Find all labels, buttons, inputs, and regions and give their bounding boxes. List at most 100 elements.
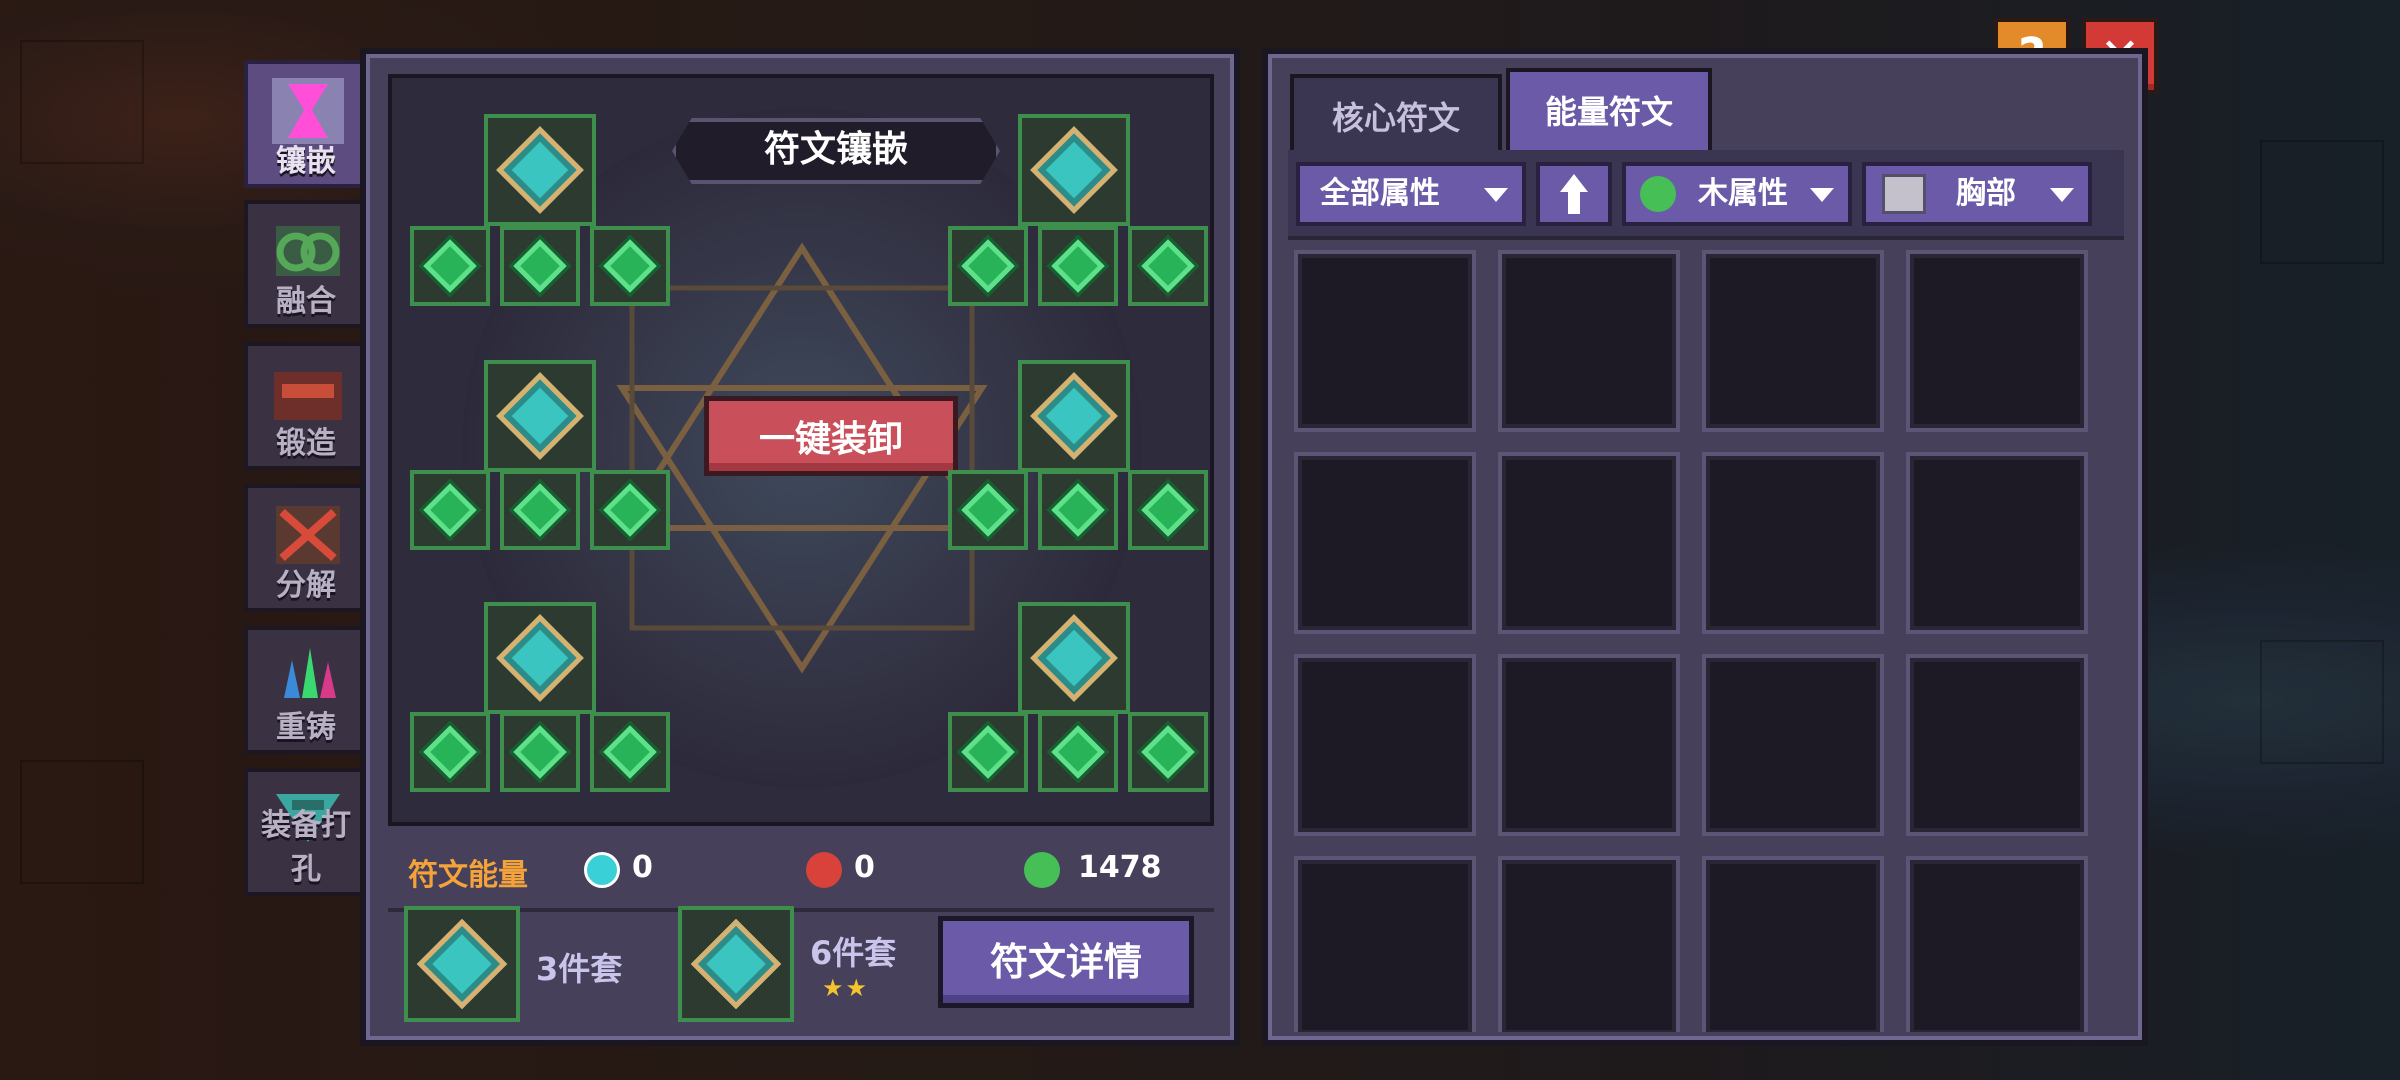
energy-rune-slot[interactable] bbox=[948, 470, 1028, 550]
slot-filter-dropdown[interactable]: 胸部 bbox=[1862, 162, 2092, 226]
inventory-slot[interactable] bbox=[1906, 856, 2088, 1032]
green-leaf-rune-icon bbox=[1136, 234, 1200, 298]
green-leaf-rune-icon bbox=[956, 720, 1020, 784]
set-6-stars: ★★ bbox=[822, 974, 870, 1002]
floor-tile bbox=[20, 40, 144, 164]
green-leaf-rune-icon bbox=[1046, 234, 1110, 298]
energy-rune-slot[interactable] bbox=[1128, 470, 1208, 550]
set-3-rune-icon[interactable] bbox=[404, 906, 520, 1022]
energy-rune-slot[interactable] bbox=[500, 470, 580, 550]
set-3-label: 3件套 bbox=[536, 950, 623, 988]
set-6-label: 6件套 bbox=[810, 934, 897, 972]
floor-tile bbox=[2260, 140, 2384, 264]
energy-rune-slot[interactable] bbox=[1128, 226, 1208, 306]
tab-core-runes[interactable]: 核心符文 bbox=[1290, 74, 1502, 150]
set-6-rune-icon[interactable] bbox=[678, 906, 794, 1022]
cyan-rune-gem-icon bbox=[1030, 372, 1118, 460]
green-leaf-icon bbox=[1640, 176, 1676, 212]
red-fire-icon bbox=[806, 852, 842, 888]
inventory-slot[interactable] bbox=[1294, 250, 1476, 432]
sort-button[interactable] bbox=[1536, 162, 1612, 226]
core-rune-slot[interactable] bbox=[1018, 360, 1130, 472]
floor-tile bbox=[2260, 640, 2384, 764]
cyan-rune-gem-icon bbox=[416, 918, 508, 1010]
energy-rune-slot[interactable] bbox=[1038, 470, 1118, 550]
green-leaf-rune-icon bbox=[1046, 478, 1110, 542]
side-tab-forge[interactable]: 锻造 bbox=[244, 342, 368, 470]
side-tab-inlay[interactable]: 镶嵌 bbox=[244, 60, 368, 188]
core-rune-slot[interactable] bbox=[1018, 602, 1130, 714]
inventory-slot[interactable] bbox=[1702, 452, 1884, 634]
element-filter-dropdown[interactable]: 木属性 bbox=[1622, 162, 1852, 226]
rune-inventory-grid bbox=[1294, 250, 2122, 1032]
side-tab-label: 重铸 bbox=[276, 710, 336, 745]
inventory-slot[interactable] bbox=[1294, 654, 1476, 836]
green-leaf-rune-icon bbox=[418, 478, 482, 542]
chevron-down-icon bbox=[2050, 188, 2074, 202]
inventory-slot[interactable] bbox=[1294, 856, 1476, 1032]
inventory-slot[interactable] bbox=[1498, 654, 1680, 836]
green-leaf-rune-icon bbox=[508, 234, 572, 298]
energy-rune-slot[interactable] bbox=[410, 226, 490, 306]
inventory-slot[interactable] bbox=[1906, 654, 2088, 836]
inventory-slot[interactable] bbox=[1498, 250, 1680, 432]
green-leaf-rune-icon bbox=[598, 478, 662, 542]
inventory-slot[interactable] bbox=[1702, 654, 1884, 836]
energy-rune-slot[interactable] bbox=[410, 470, 490, 550]
cyan-rune-gem-icon bbox=[496, 126, 584, 214]
side-tab-label: 镶嵌 bbox=[276, 144, 336, 179]
inventory-slot[interactable] bbox=[1702, 856, 1884, 1032]
cyan-rune-gem-icon bbox=[496, 372, 584, 460]
slot-filter-label: 胸部 bbox=[1956, 176, 2016, 211]
energy-rune-slot[interactable] bbox=[590, 470, 670, 550]
inventory-slot[interactable] bbox=[1906, 250, 2088, 432]
attribute-filter-dropdown[interactable]: 全部属性 bbox=[1296, 162, 1526, 226]
inventory-slot[interactable] bbox=[1498, 452, 1680, 634]
cyan-energy-value: 0 bbox=[632, 850, 653, 885]
green-leaf-icon bbox=[1024, 852, 1060, 888]
inventory-slot[interactable] bbox=[1906, 452, 2088, 634]
energy-rune-slot[interactable] bbox=[500, 226, 580, 306]
cyan-rune-gem-icon bbox=[496, 614, 584, 702]
side-tab-socket[interactable]: 装备打孔 bbox=[244, 768, 368, 896]
energy-rune-slot[interactable] bbox=[1038, 712, 1118, 792]
energy-rune-slot[interactable] bbox=[590, 712, 670, 792]
inventory-slot[interactable] bbox=[1294, 452, 1476, 634]
rune-stage: 符文镶嵌 一键装卸 bbox=[388, 74, 1214, 826]
energy-rune-slot[interactable] bbox=[948, 712, 1028, 792]
green-leaf-rune-icon bbox=[1136, 478, 1200, 542]
green-leaf-rune-icon bbox=[418, 720, 482, 784]
cyan-rune-gem-icon bbox=[1030, 126, 1118, 214]
green-leaf-rune-icon bbox=[956, 478, 1020, 542]
inventory-slot[interactable] bbox=[1498, 856, 1680, 1032]
element-filter-label: 木属性 bbox=[1698, 176, 1788, 211]
cyan-rune-gem-icon bbox=[690, 918, 782, 1010]
energy-rune-slot[interactable] bbox=[948, 226, 1028, 306]
side-tab-decompose[interactable]: 分解 bbox=[244, 484, 368, 612]
green-leaf-rune-icon bbox=[508, 478, 572, 542]
rune-details-button[interactable]: 符文详情 bbox=[938, 916, 1194, 1008]
green-leaf-rune-icon bbox=[418, 234, 482, 298]
panel-title: 符文镶嵌 bbox=[672, 118, 1000, 184]
core-rune-slot[interactable] bbox=[484, 602, 596, 714]
side-tab-fusion[interactable]: 融合 bbox=[244, 200, 368, 328]
energy-rune-slot[interactable] bbox=[590, 226, 670, 306]
side-tab-label: 锻造 bbox=[276, 426, 336, 461]
chevron-down-icon bbox=[1810, 188, 1834, 202]
energy-rune-slot[interactable] bbox=[1128, 712, 1208, 792]
core-rune-slot[interactable] bbox=[1018, 114, 1130, 226]
rune-energy-label: 符文能量 bbox=[408, 858, 528, 893]
inventory-slot[interactable] bbox=[1702, 250, 1884, 432]
energy-rune-slot[interactable] bbox=[1038, 226, 1118, 306]
energy-rune-slot[interactable] bbox=[500, 712, 580, 792]
side-tab-recast[interactable]: 重铸 bbox=[244, 626, 368, 754]
tab-energy-runes[interactable]: 能量符文 bbox=[1506, 68, 1712, 150]
core-rune-slot[interactable] bbox=[484, 360, 596, 472]
energy-rune-slot[interactable] bbox=[410, 712, 490, 792]
side-tab-label: 融合 bbox=[276, 284, 336, 319]
core-rune-slot[interactable] bbox=[484, 114, 596, 226]
unequip-all-button[interactable]: 一键装卸 bbox=[704, 396, 958, 476]
filter-bar: 全部属性 木属性 胸部 bbox=[1288, 150, 2124, 240]
side-tab-label: 分解 bbox=[276, 568, 336, 603]
floor-tile bbox=[20, 760, 144, 884]
